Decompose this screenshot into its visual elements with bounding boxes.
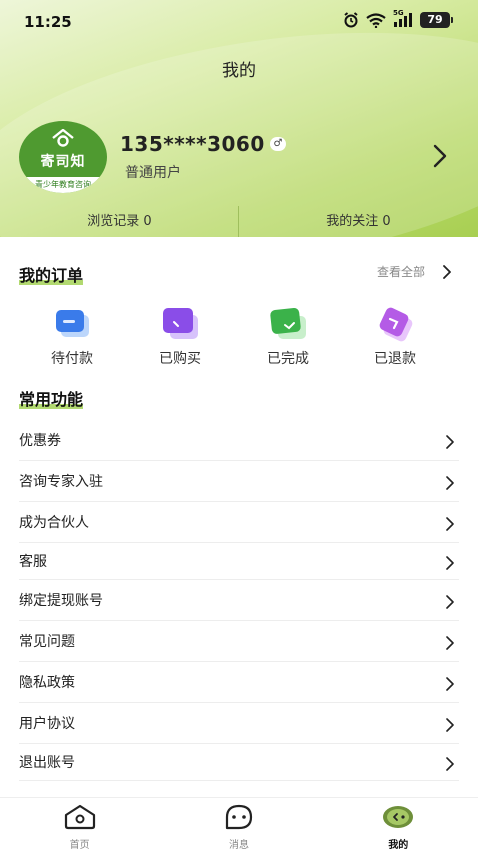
chevron-right-icon [445,635,455,654]
order-purchased[interactable]: 已购买 [145,306,215,368]
status-time: 11:25 [24,13,72,31]
chevron-right-icon [445,717,455,736]
gender-male-icon: ♂ [270,137,286,151]
menu-item-label: 客服 [19,554,47,570]
menu-item-bind-withdrawal[interactable]: 绑定提现账号 [19,580,459,621]
tab-label: 消息 [228,840,249,850]
menu-item-label: 隐私政策 [19,675,75,691]
network-type: 5G [393,9,404,17]
menu-item-logout[interactable]: 退出账号 [19,744,459,781]
wallet-icon [52,306,92,342]
wifi-icon [366,12,386,28]
menu-item-privacy-policy[interactable]: 隐私政策 [19,662,459,703]
message-icon [222,804,256,834]
browse-history-link[interactable]: 浏览记录 0 [0,206,239,237]
menu-item-label: 常见问题 [19,634,75,650]
order-pending-payment[interactable]: 待付款 [37,306,107,368]
chevron-right-icon [445,594,455,613]
tab-messages[interactable]: 消息 [159,798,318,850]
home-icon [63,804,97,834]
view-all-orders-link[interactable]: 查看全部 [377,263,425,280]
menu-item-label: 成为合伙人 [19,515,89,531]
profile-chevron-right-icon[interactable] [430,143,450,169]
menu-item-label: 绑定提现账号 [19,593,103,609]
status-icons: 5G 79 [343,9,453,28]
user-type: 普通用户 [125,165,181,181]
chevron-right-icon [445,516,455,535]
refund-icon [375,306,415,342]
avatar[interactable]: 寄司知 青少年教育咨询 [19,121,107,193]
chevron-right-icon [445,676,455,695]
profile-stats: 浏览记录 0 我的关注 0 [0,206,478,237]
common-title-text: 常用功能 [19,390,84,409]
house-logo-icon [52,128,74,149]
common-functions-title: 常用功能 [19,386,84,410]
avatar-logo-text: 寄司知 [40,154,86,170]
orders-title-text: 我的订单 [19,266,84,285]
battery-indicator: 79 [420,12,453,28]
cellular-signal-icon: 5G [393,9,413,27]
view-all-chevron-right-icon[interactable] [442,264,452,283]
order-completed[interactable]: 已完成 [253,306,323,368]
order-refunded[interactable]: 已退款 [360,306,430,368]
tab-home[interactable]: 首页 [0,798,159,850]
bottom-tab-bar: 首页 消息 我的 [0,797,478,850]
chevron-right-icon [445,475,455,494]
chevron-right-icon [445,756,455,775]
profile-icon [381,804,415,834]
chevron-right-icon [445,434,455,453]
order-label: 已退款 [374,351,416,367]
following-link[interactable]: 我的关注 0 [239,206,478,237]
order-label: 已购买 [159,351,201,367]
order-label: 待付款 [51,351,93,367]
completed-icon [268,306,308,342]
purchased-icon [160,306,200,342]
menu-item-user-agreement[interactable]: 用户协议 [19,703,459,744]
orders-section-title: 我的订单 [19,262,84,286]
username: 135****3060 [120,132,265,156]
status-bar: 11:25 5G 79 [0,0,478,44]
menu-item-label: 咨询专家入驻 [19,474,103,490]
menu-item-label: 优惠券 [19,433,61,449]
tab-profile[interactable]: 我的 [319,798,478,850]
tab-label: 首页 [69,840,90,850]
stats-divider [238,206,239,237]
alarm-icon [343,12,359,28]
menu-item-become-partner[interactable]: 成为合伙人 [19,502,459,543]
chevron-right-icon [445,555,455,574]
page-title: 我的 [222,61,256,81]
common-functions-list: 优惠券 咨询专家入驻 成为合伙人 客服 绑定提现账号 常见问题 隐私政策 用户协… [19,420,459,781]
menu-item-expert-join[interactable]: 咨询专家入驻 [19,461,459,502]
tab-label: 我的 [388,840,409,850]
menu-item-coupons[interactable]: 优惠券 [19,420,459,461]
menu-item-faq[interactable]: 常见问题 [19,621,459,662]
menu-item-customer-service[interactable]: 客服 [19,543,459,580]
menu-item-label: 退出账号 [19,755,75,771]
menu-item-label: 用户协议 [19,716,75,732]
order-label: 已完成 [267,351,309,367]
